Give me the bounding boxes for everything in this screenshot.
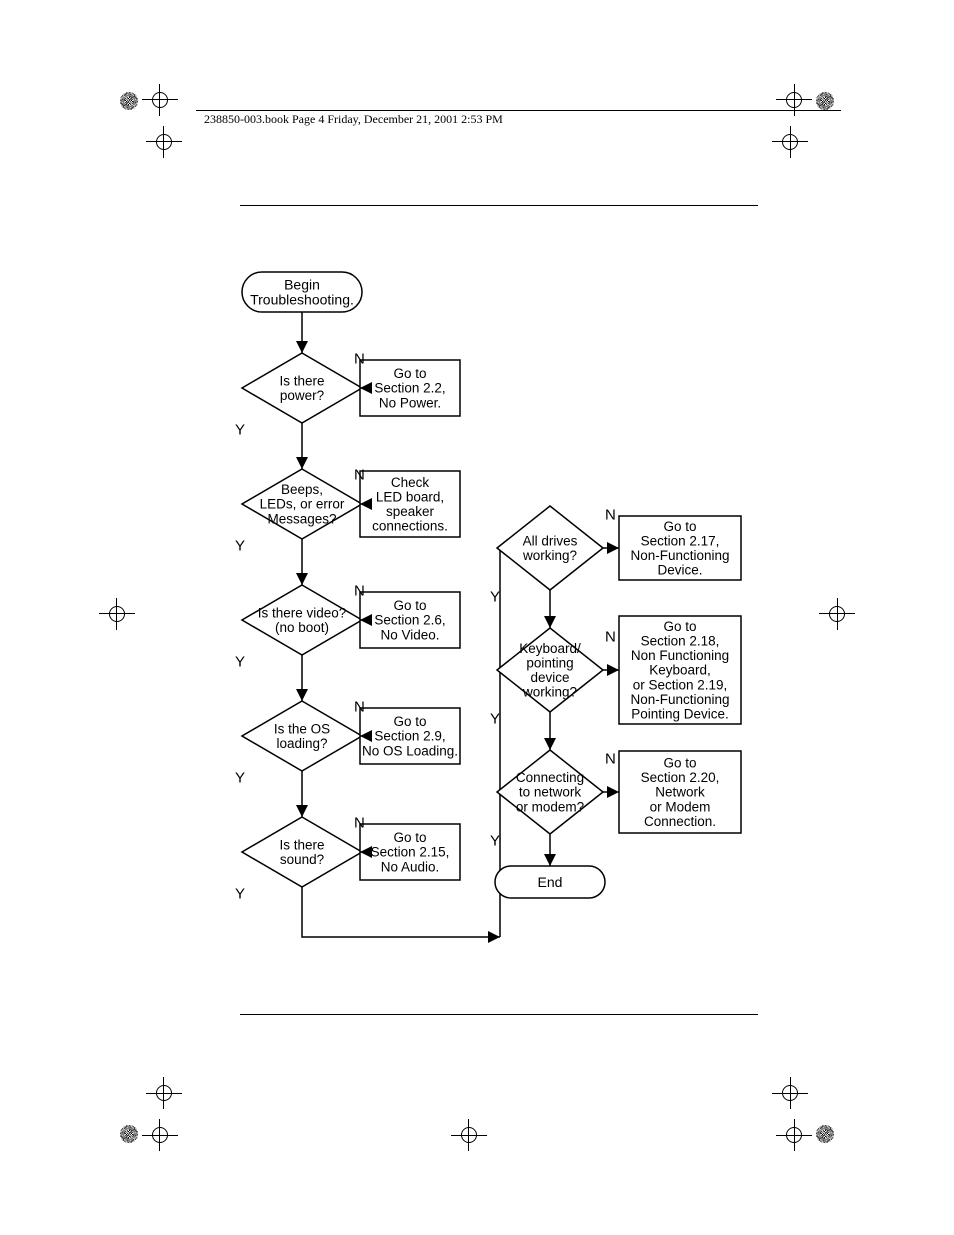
svg-text:N: N [605, 750, 616, 767]
crop-mark-icon [95, 600, 155, 660]
svg-text:Y: Y [490, 710, 500, 727]
crop-mark-icon [120, 1089, 180, 1149]
svg-text:Y: Y [235, 653, 245, 670]
svg-text:Y: Y [490, 588, 500, 605]
svg-text:Y: Y [490, 832, 500, 849]
svg-text:N: N [354, 350, 365, 367]
svg-text:Y: Y [235, 421, 245, 438]
svg-text:N: N [354, 582, 365, 599]
svg-text:Is theresound?: Is theresound? [279, 837, 324, 867]
crop-mark-icon [447, 1089, 507, 1149]
svg-text:End: End [538, 874, 563, 890]
svg-text:Keyboard/pointingdeviceworking: Keyboard/pointingdeviceworking? [519, 641, 581, 700]
crop-mark-icon [774, 1089, 834, 1149]
svg-text:N: N [354, 698, 365, 715]
crop-mark-icon [799, 600, 859, 660]
svg-text:Y: Y [235, 769, 245, 786]
svg-text:N: N [354, 466, 365, 483]
header-rule [196, 110, 841, 111]
svg-text:N: N [605, 506, 616, 523]
header-text: 238850-003.book Page 4 Friday, December … [204, 112, 503, 127]
svg-text:Connectingto networkor modem?: Connectingto networkor modem? [516, 770, 584, 814]
svg-text:Y: Y [235, 537, 245, 554]
svg-text:Is therepower?: Is therepower? [279, 373, 324, 403]
content-rule-top [240, 205, 758, 206]
crop-mark-icon [120, 86, 180, 146]
svg-text:Is the OSloading?: Is the OSloading? [274, 721, 330, 751]
flowchart: BeginTroubleshooting.Is therepower?Go to… [220, 270, 760, 970]
svg-text:N: N [605, 628, 616, 645]
crop-mark-icon [774, 86, 834, 146]
svg-text:All drivesworking?: All drivesworking? [522, 533, 578, 563]
svg-text:N: N [354, 814, 365, 831]
content-rule-bottom [240, 1014, 758, 1015]
svg-text:Y: Y [235, 885, 245, 902]
